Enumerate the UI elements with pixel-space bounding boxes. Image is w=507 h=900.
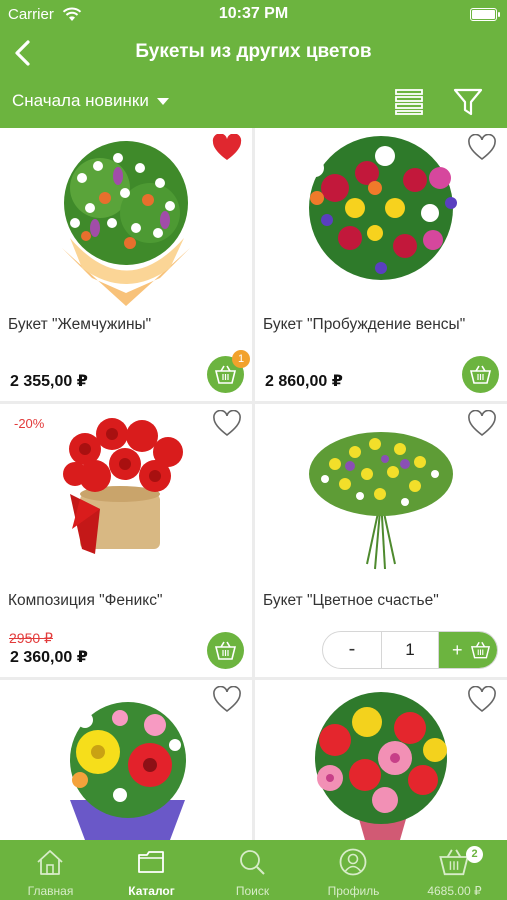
page-title: Букеты из других цветов: [135, 41, 372, 62]
list-view-icon[interactable]: [394, 88, 424, 116]
sort-toolbar: Сначала новинки: [0, 75, 507, 128]
product-name[interactable]: Букет "Пробуждение венсы": [263, 316, 465, 334]
discount-badge: -20%: [14, 416, 45, 431]
tab-label: Профиль: [327, 884, 380, 898]
add-to-cart-button[interactable]: [462, 356, 499, 393]
tab-catalog[interactable]: Каталог: [101, 840, 202, 900]
product-grid: Букет "Жемчужины" 2 355,00 ₽ 1 Букет "Пр…: [0, 128, 507, 840]
tab-label: 4685.00 ₽: [427, 884, 482, 898]
heart-outline-icon[interactable]: [467, 410, 497, 438]
heart-outline-icon[interactable]: [467, 686, 497, 714]
sort-label: Сначала новинки: [12, 91, 149, 110]
product-price: 2 860,00 ₽: [265, 373, 343, 390]
tab-profile[interactable]: Профиль: [303, 840, 404, 900]
increase-quantity-button[interactable]: +: [439, 632, 497, 668]
cart-count-badge: 1: [232, 350, 250, 368]
heart-outline-icon[interactable]: [467, 134, 497, 162]
basket-icon: [215, 641, 236, 660]
product-card[interactable]: Букет "Жемчужины" 2 355,00 ₽ 1: [0, 128, 252, 401]
plus-label: +: [452, 640, 463, 660]
product-card[interactable]: Букет "Пробуждение венсы" 2 860,00 ₽: [255, 128, 507, 401]
filter-icon[interactable]: [452, 87, 484, 117]
cart-count-badge: 2: [466, 846, 483, 863]
product-price: 2 360,00 ₽: [10, 649, 88, 666]
caret-down-icon: [156, 97, 169, 105]
tab-label: Каталог: [128, 884, 175, 898]
tab-cart[interactable]: 2 4685.00 ₽: [404, 840, 505, 900]
product-card[interactable]: -20% Композиция "Феникс" 2950 ₽ 2 360,00…: [0, 404, 252, 677]
basket-icon: [215, 365, 236, 384]
profile-icon: [339, 848, 367, 876]
status-bar: Carrier 10:37 PM: [0, 0, 507, 30]
nav-bar: Букеты из других цветов: [0, 30, 507, 75]
tab-label: Главная: [27, 884, 74, 898]
basket-icon: [471, 641, 490, 659]
folder-icon: [138, 851, 164, 873]
product-card[interactable]: [0, 680, 252, 840]
home-icon: [37, 850, 63, 875]
tab-label: Поиск: [235, 884, 270, 898]
product-name[interactable]: Композиция "Феникс": [8, 592, 162, 610]
heart-outline-icon[interactable]: [212, 410, 242, 438]
status-time: 10:37 PM: [218, 5, 289, 22]
basket-icon: [439, 849, 469, 876]
quantity-value: 1: [381, 632, 439, 668]
basket-icon: [470, 365, 491, 384]
heart-filled-icon[interactable]: [212, 134, 242, 162]
old-price: 2950 ₽: [9, 630, 53, 646]
quantity-stepper[interactable]: - 1 +: [322, 631, 498, 669]
sort-dropdown[interactable]: Сначала новинки: [12, 91, 169, 111]
tab-home[interactable]: Главная: [0, 840, 101, 900]
heart-outline-icon[interactable]: [212, 686, 242, 714]
tab-bar: Главная Каталог Поиск Профиль 2 4685.00 …: [0, 840, 507, 900]
search-icon: [240, 850, 265, 875]
decrease-quantity-button[interactable]: -: [323, 632, 381, 668]
add-to-cart-button[interactable]: [207, 632, 244, 669]
product-price: 2 355,00 ₽: [10, 373, 88, 390]
product-card[interactable]: [255, 680, 507, 840]
tab-search[interactable]: Поиск: [202, 840, 303, 900]
product-name[interactable]: Букет "Жемчужины": [8, 316, 151, 334]
battery-icon: [470, 8, 500, 21]
product-name[interactable]: Букет "Цветное счастье": [263, 592, 439, 610]
